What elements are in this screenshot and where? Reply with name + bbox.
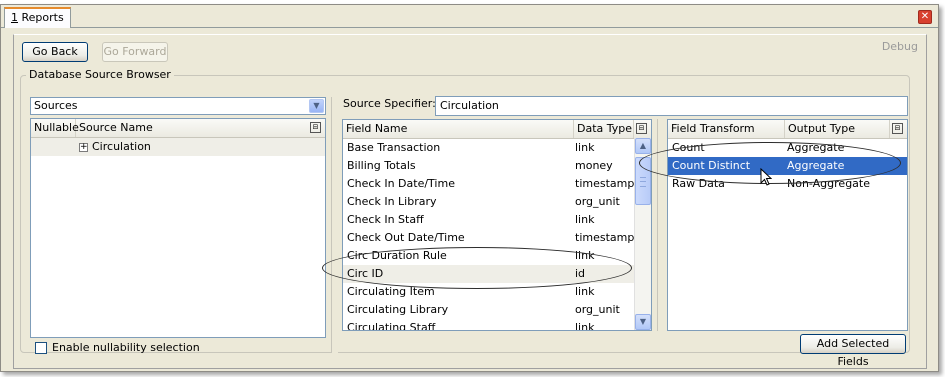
- field-row[interactable]: Base Transaction link: [343, 139, 651, 157]
- tab-number: 1: [11, 11, 18, 24]
- field-row[interactable]: Check In Library org_unit: [343, 193, 651, 211]
- debug-label: Debug: [881, 40, 918, 53]
- field-row[interactable]: Circ ID id: [343, 265, 651, 283]
- left-splitter[interactable]: [331, 97, 338, 353]
- field-name: Check In Date/Time: [347, 177, 455, 190]
- column-picker-icon[interactable]: ⊟: [892, 123, 903, 134]
- transform-name: Count Distinct: [672, 159, 751, 172]
- sources-combo[interactable]: Sources ▼: [30, 97, 326, 115]
- expand-plus-icon[interactable]: +: [79, 142, 88, 152]
- column-source-name[interactable]: Source Name: [76, 119, 325, 137]
- enable-nullability-label: Enable nullability selection: [52, 341, 200, 354]
- transform-row[interactable]: Count Distinct Aggregate: [668, 157, 907, 175]
- content-area: Go Back Go Forward Debug Database Source…: [13, 34, 927, 369]
- transforms-header: Field Transform Output Type ⊟: [668, 120, 907, 139]
- fields-header: Field Name Data Type ⊟: [343, 120, 651, 139]
- chevron-down-icon[interactable]: ▼: [309, 99, 324, 113]
- add-selected-fields-button[interactable]: Add Selected Fields: [800, 334, 906, 368]
- field-data-type: link: [575, 249, 595, 262]
- transform-output-type: Aggregate: [787, 159, 845, 172]
- field-name: Circulating Library: [347, 303, 449, 316]
- transform-output-type: Aggregate: [787, 141, 845, 154]
- column-field-name[interactable]: Field Name: [343, 120, 574, 138]
- mouse-cursor-icon: [760, 168, 772, 186]
- scroll-down-icon[interactable]: ▼: [635, 314, 651, 330]
- field-row[interactable]: Check Out Date/Time timestamp: [343, 229, 651, 247]
- column-picker-icon[interactable]: ⊟: [310, 122, 321, 133]
- go-forward-button[interactable]: Go Forward: [102, 42, 168, 62]
- transform-name: Raw Data: [672, 177, 725, 190]
- tree-item-label: Circulation: [92, 140, 151, 153]
- field-name: Check Out Date/Time: [347, 231, 465, 244]
- column-picker-icon[interactable]: ⊟: [636, 123, 647, 134]
- close-icon[interactable]: ✕: [918, 10, 932, 24]
- source-specifier-label: Source Specifier:: [343, 97, 436, 110]
- column-output-type[interactable]: Output Type: [785, 120, 890, 138]
- tab-reports[interactable]: 1 Reports: [4, 7, 71, 28]
- sources-header: Nullable Source Name ⊟: [31, 119, 325, 138]
- field-row[interactable]: Billing Totals money: [343, 157, 651, 175]
- enable-nullability-checkbox[interactable]: [35, 342, 47, 354]
- field-row[interactable]: Circulating Item link: [343, 283, 651, 301]
- column-field-transform[interactable]: Field Transform: [668, 120, 785, 138]
- transform-name: Count: [672, 141, 705, 154]
- field-data-type: org_unit: [575, 195, 620, 208]
- field-data-type: org_unit: [575, 303, 620, 316]
- field-row[interactable]: Check In Date/Time timestamp: [343, 175, 651, 193]
- sources-tree[interactable]: Nullable Source Name ⊟ + Circulation: [30, 118, 326, 338]
- field-data-type: money: [575, 159, 613, 172]
- go-back-button[interactable]: Go Back: [22, 42, 88, 62]
- scroll-up-icon[interactable]: ▲: [635, 138, 651, 154]
- field-data-type: link: [575, 285, 595, 298]
- right-splitter[interactable]: [657, 119, 664, 331]
- field-data-type: timestamp: [575, 231, 635, 244]
- scroll-thumb[interactable]: [635, 157, 651, 205]
- field-data-type: link: [575, 141, 595, 154]
- field-row[interactable]: Circ Duration Rule link: [343, 247, 651, 265]
- fields-scrollbar[interactable]: ▲ ▼: [634, 138, 651, 330]
- field-name: Circulating Item: [347, 285, 435, 298]
- transform-row[interactable]: Count Aggregate: [668, 139, 907, 157]
- field-name: Check In Staff: [347, 213, 424, 226]
- field-row[interactable]: Check In Staff link: [343, 211, 651, 229]
- transform-row[interactable]: Raw Data Non-Aggregate: [668, 175, 907, 193]
- reports-window: 1 Reports ✕ Go Back Go Forward Debug Dat…: [0, 4, 939, 372]
- field-data-type: timestamp: [575, 177, 635, 190]
- field-data-type: link: [575, 321, 595, 331]
- field-name: Circ Duration Rule: [347, 249, 447, 262]
- field-name: Billing Totals: [347, 159, 416, 172]
- column-data-type[interactable]: Data Type: [574, 120, 634, 138]
- grip-icon: [640, 177, 646, 187]
- field-name: Check In Library: [347, 195, 437, 208]
- field-data-type: link: [575, 213, 595, 226]
- tab-label: Reports: [18, 11, 64, 24]
- fields-list[interactable]: Field Name Data Type ⊟ Base Transaction l…: [342, 119, 652, 331]
- field-row[interactable]: Circulating Staff link: [343, 319, 651, 331]
- column-nullable[interactable]: Nullable: [31, 119, 79, 137]
- field-name: Base Transaction: [347, 141, 441, 154]
- transform-output-type: Non-Aggregate: [787, 177, 870, 190]
- group-title: Database Source Browser: [26, 68, 174, 81]
- tree-item: + Circulation: [75, 138, 151, 156]
- field-data-type: id: [575, 267, 586, 280]
- tab-strip: 1 Reports ✕: [1, 5, 938, 28]
- field-name: Circ ID: [347, 267, 384, 280]
- transforms-list[interactable]: Field Transform Output Type ⊟ Count Aggre…: [667, 119, 908, 331]
- tree-row-circulation[interactable]: + Circulation: [31, 138, 325, 156]
- source-specifier-input[interactable]: Circulation: [435, 96, 908, 116]
- field-name: Circulating Staff: [347, 321, 436, 331]
- sources-combo-value: Sources: [34, 99, 78, 112]
- field-row[interactable]: Circulating Library org_unit: [343, 301, 651, 319]
